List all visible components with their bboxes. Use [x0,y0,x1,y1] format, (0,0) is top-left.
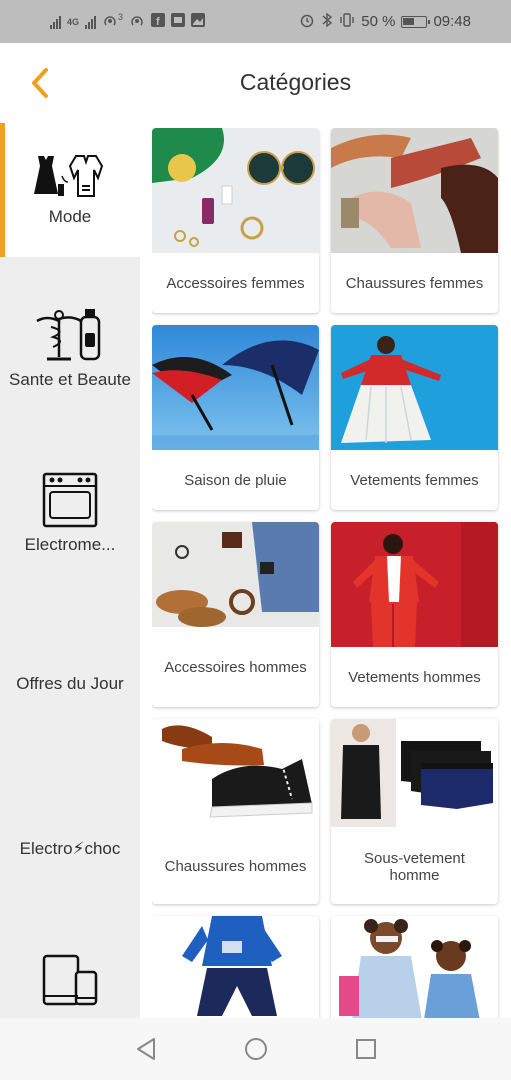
hotspot-icon [102,12,118,31]
sidebar-item-label: Sante et Beaute [9,369,131,389]
women-accessories-image [152,128,319,253]
page-title: Catégories [239,69,352,95]
oven-icon [42,472,98,527]
circle-home-icon [244,1038,267,1060]
bluetooth-icon [321,12,333,31]
category-label: Saison de pluie [184,471,287,489]
category-label: Chaussures femmes [345,274,484,292]
status-bar: 4G 3 f 50 % 09:48 [0,0,511,43]
category-card-chaussures-femmes[interactable]: Chaussures femmes [331,128,498,313]
category-card-vetements-femmes[interactable]: Vetements femmes [331,325,498,510]
category-label: Vetements femmes [350,471,479,489]
category-card-chaussures-hommes[interactable]: Chaussures hommes [152,719,319,904]
sidebar-item-devices[interactable] [0,948,140,1018]
status-right: 50 % 09:48 [299,12,471,31]
sidebar-item-electromenager[interactable]: Electrome... [0,458,140,568]
caduceus-icon [36,308,101,360]
category-label: Accessoires hommes [164,658,307,676]
men-clothing-image [331,522,498,647]
category-label: Accessoires femmes [166,274,305,292]
sidebar-item-electrochoc[interactable]: Electro⚡choc [0,818,140,878]
men-underwear-image [331,719,498,829]
sidebar-item-label: Offres du Jour [16,673,124,693]
svg-text:f: f [156,16,160,27]
dress-icon [34,154,104,197]
triangle-back-icon [136,1038,155,1060]
clock: 09:48 [433,13,471,30]
category-label: Chaussures hommes [164,858,307,875]
sidebar-item-label: Mode [48,206,92,226]
sidebar-item-label: Electrome... [24,534,116,554]
4g-icon: 4G [67,16,80,27]
category-card-enfants-fille[interactable] [331,916,498,1018]
women-clothing-image [331,325,498,450]
system-navigation-bar [0,1018,511,1080]
category-card-saison-de-pluie[interactable]: Saison de pluie [152,325,319,510]
category-grid[interactable]: Accessoires femmes Chaussures femmes Sai… [152,128,500,1018]
alarm-icon [299,12,315,31]
category-label: Sous-vetement homme [364,849,465,884]
men-accessories-image [152,522,319,627]
facebook-icon: f [151,13,166,30]
men-shoes-image [152,719,319,829]
active-indicator [0,123,5,257]
nav-recents-button[interactable] [351,1034,381,1064]
battery-percent: 50 % [361,13,396,30]
category-card-enfants-garcon[interactable] [152,916,319,1018]
sidebar-item-mode[interactable]: Mode [0,123,140,257]
vibrate-icon [339,12,355,31]
gallery-icon [191,13,206,30]
category-card-vetements-hommes[interactable]: Vetements hommes [331,522,498,707]
app-notification-icon [171,13,186,30]
women-shoes-image [331,128,498,253]
sidebar-item-label: Electro⚡choc [19,838,121,858]
sidebar-item-sante-beaute[interactable]: Sante et Beaute [0,283,140,413]
devices-icon [42,954,98,1006]
network-badge: 3 [118,11,124,22]
category-card-accessoires-femmes[interactable]: Accessoires femmes [152,128,319,313]
signal-icon-2 [85,15,97,29]
hotspot-icon-2 [129,12,145,31]
nav-home-button[interactable] [241,1034,271,1064]
battery-icon [401,15,431,28]
category-card-accessoires-hommes[interactable]: Accessoires hommes [152,522,319,707]
category-card-sous-vetement-homme[interactable]: Sous-vetement homme [331,719,498,904]
square-recents-icon [355,1039,376,1059]
kids-girl-clothing-image [331,916,498,1018]
sidebar-item-offres-du-jour[interactable]: Offres du Jour [0,653,140,713]
category-sidebar[interactable]: Mode Sante et Beaute Electrome... Offres… [0,123,140,1018]
status-left: 4G 3 f [50,11,206,31]
app-header: Catégories [0,43,511,123]
kids-boy-clothing-image [152,916,319,1018]
nav-back-button[interactable] [131,1034,161,1064]
umbrellas-image [152,325,319,450]
signal-icon [50,15,61,29]
category-label: Vetements hommes [348,668,481,686]
